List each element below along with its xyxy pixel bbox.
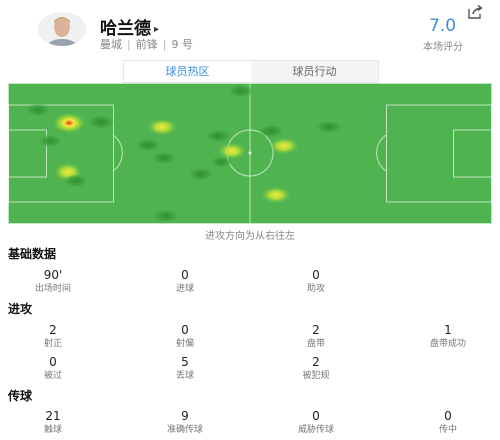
heat-spot bbox=[257, 124, 285, 138]
stat-accurate-passes: 9 准确传球 bbox=[166, 409, 203, 435]
stat-key-passes: 0 威胁传球 bbox=[297, 409, 334, 435]
heat-spot bbox=[209, 156, 233, 168]
stat-shots-off-target: 0 射偏 bbox=[175, 323, 194, 349]
stat-touches: 21 触球 bbox=[43, 409, 62, 435]
section-title-passing: 传球 bbox=[8, 389, 33, 403]
heat-spot bbox=[25, 103, 51, 117]
heat-spot bbox=[314, 120, 344, 134]
stat-assists: 0 助攻 bbox=[306, 268, 325, 294]
stat-fouled: 2 被犯规 bbox=[302, 355, 330, 381]
heat-spot bbox=[87, 114, 115, 130]
player-avatar bbox=[38, 12, 86, 46]
stat-successful-dribbles: 1 盘带成功 bbox=[429, 323, 466, 349]
player-number: 9 号 bbox=[171, 38, 193, 51]
heatmap-pitch bbox=[8, 83, 492, 224]
player-position: 前锋 bbox=[135, 38, 158, 51]
stat-minutes: 90' 出场时间 bbox=[34, 268, 71, 294]
stat-crosses: 0 传中 bbox=[438, 409, 457, 435]
heat-spot bbox=[146, 118, 178, 136]
heat-spot bbox=[268, 137, 300, 155]
stat-dribbles: 2 盘带 bbox=[306, 323, 325, 349]
play-arrow-icon: ▸ bbox=[154, 23, 160, 35]
stat-shots-on-target: 2 射正 bbox=[43, 323, 62, 349]
heat-spot bbox=[227, 84, 255, 98]
player-club: 曼城 bbox=[100, 38, 122, 51]
match-rating-label: 本场评分 bbox=[423, 42, 463, 53]
heat-spot bbox=[52, 112, 86, 134]
tab-heatmap[interactable]: 球员热区 bbox=[124, 61, 251, 82]
heat-spot bbox=[134, 138, 162, 152]
stat-dribbled-past: 0 被过 bbox=[43, 355, 62, 381]
heat-spot bbox=[151, 209, 181, 223]
heat-spot bbox=[204, 129, 232, 143]
heat-spot bbox=[151, 151, 177, 165]
stat-possession-lost: 5 丢球 bbox=[175, 355, 194, 381]
view-tabs: 球员热区 球员行动 bbox=[123, 60, 379, 83]
tab-actions[interactable]: 球员行动 bbox=[251, 61, 378, 82]
stat-goals: 0 进球 bbox=[175, 268, 194, 294]
heat-spot bbox=[260, 186, 292, 204]
heat-spot bbox=[187, 167, 215, 181]
section-title-attack: 进攻 bbox=[8, 302, 33, 316]
heat-spot bbox=[63, 174, 89, 188]
section-title-basic: 基础数据 bbox=[8, 247, 57, 261]
attack-direction-note: 进攻方向为从右往左 bbox=[205, 231, 295, 242]
heat-spot bbox=[37, 134, 63, 148]
match-rating: 7.0 bbox=[428, 16, 457, 36]
player-meta: 曼城 | 前锋 | 9 号 bbox=[100, 38, 193, 51]
